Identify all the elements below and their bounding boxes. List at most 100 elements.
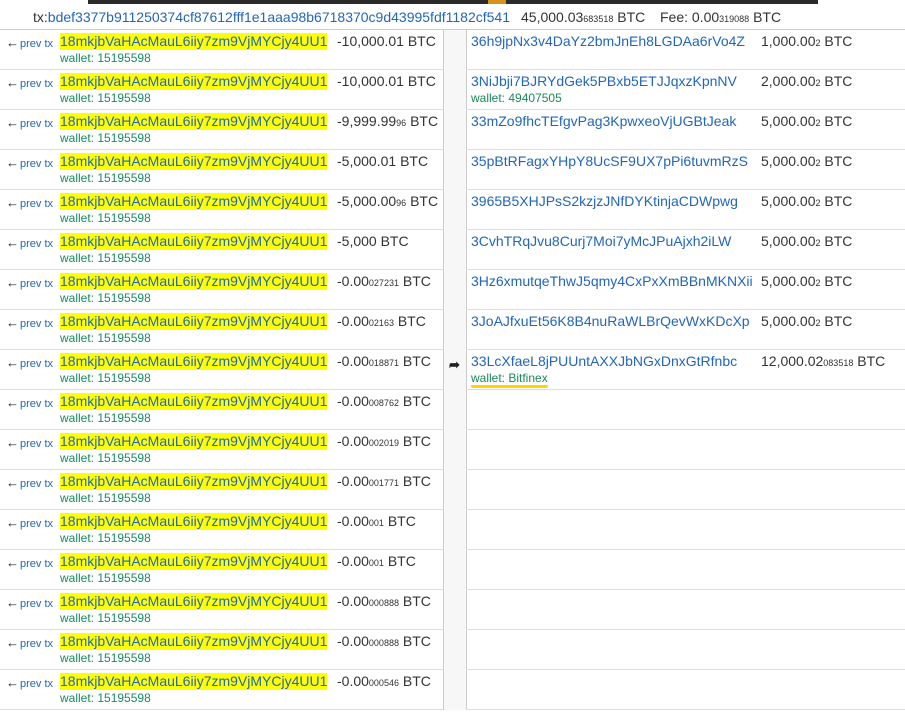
arrow-left-icon: ← [6, 155, 19, 170]
output-wallet[interactable]: wallet: 49407505 [471, 91, 562, 105]
amount-unit: BTC [402, 433, 431, 449]
input-wallet[interactable]: wallet: 15195598 [60, 691, 151, 705]
prev-tx-label: prev tx [20, 78, 54, 90]
input-address[interactable]: 18mkjbVaHAcMauL6iiy7zm9VjMYCjy4UU1 [60, 113, 328, 130]
output-address[interactable]: 33mZo9fhcTEfgvPag3KpwxeoVjUGBtJeak [471, 113, 736, 130]
output-address[interactable]: 3Hz6xmutqeThwJ5qmy4CxPxXmBBnMKNXii [471, 273, 753, 290]
input-address[interactable]: 18mkjbVaHAcMauL6iiy7zm9VjMYCjy4UU1 [60, 593, 328, 610]
prev-tx-link[interactable]: ←prev tx [6, 195, 53, 210]
tx-id-link[interactable]: bdef3377b911250374cf87612fff1e1aaa98b671… [48, 9, 510, 25]
arrow-left-icon: ← [6, 435, 19, 450]
input-address[interactable]: 18mkjbVaHAcMauL6iiy7zm9VjMYCjy4UU1 [60, 193, 328, 210]
arrow-left-icon: ← [6, 395, 19, 410]
input-wallet[interactable]: wallet: 15195598 [60, 371, 151, 385]
input-wallet[interactable]: wallet: 15195598 [60, 611, 151, 625]
prev-tx-link[interactable]: ←prev tx [6, 515, 53, 530]
input-wallet[interactable]: wallet: 15195598 [60, 571, 151, 585]
amount-small: 2 [815, 238, 821, 248]
input-wallet[interactable]: wallet: 15195598 [60, 411, 151, 425]
amount-small: 96 [396, 118, 407, 128]
arrow-left-icon: ← [6, 275, 19, 290]
prev-tx-link[interactable]: ←prev tx [6, 675, 53, 690]
prev-tx-link[interactable]: ←prev tx [6, 275, 53, 290]
input-wallet[interactable]: wallet: 15195598 [60, 211, 151, 225]
prev-tx-link[interactable]: ←prev tx [6, 395, 53, 410]
output-address[interactable]: 3NiJbji7BJRYdGek5PBxb5ETJJqxzKpnNV [471, 73, 737, 90]
input-wallet[interactable]: wallet: 15195598 [60, 451, 151, 465]
prev-tx-link[interactable]: ←prev tx [6, 235, 53, 250]
input-address[interactable]: 18mkjbVaHAcMauL6iiy7zm9VjMYCjy4UU1 [60, 433, 328, 450]
input-address[interactable]: 18mkjbVaHAcMauL6iiy7zm9VjMYCjy4UU1 [60, 353, 328, 370]
input-address[interactable]: 18mkjbVaHAcMauL6iiy7zm9VjMYCjy4UU1 [60, 33, 328, 50]
output-amount: 12,000.02083518 BTC [761, 353, 885, 372]
amount-main: 5,000.00 [761, 273, 816, 289]
amount-main: -10,000.01 [337, 73, 404, 89]
amount-unit: BTC [402, 353, 431, 369]
input-address[interactable]: 18mkjbVaHAcMauL6iiy7zm9VjMYCjy4UU1 [60, 73, 328, 90]
input-wallet[interactable]: wallet: 15195598 [60, 651, 151, 665]
input-wallet[interactable]: wallet: 15195598 [60, 91, 151, 105]
output-address[interactable]: 3JoAJfxuEt56K8B4nuRaWLBrQevWxKDcXp [471, 313, 750, 330]
input-wallet[interactable]: wallet: 15195598 [60, 251, 151, 265]
prev-tx-link[interactable]: ←prev tx [6, 635, 53, 650]
input-amount: -9,999.9996 BTC [337, 113, 438, 132]
tx-total-small: 683518 [583, 14, 614, 24]
input-address[interactable]: 18mkjbVaHAcMauL6iiy7zm9VjMYCjy4UU1 [60, 553, 328, 570]
input-address[interactable]: 18mkjbVaHAcMauL6iiy7zm9VjMYCjy4UU1 [60, 393, 328, 410]
output-address[interactable]: 33LcXfaeL8jPUUntAXXJbNGxDnxGtRfnbc [471, 353, 737, 370]
prev-tx-link[interactable]: ←prev tx [6, 315, 53, 330]
amount-main: -0.00 [337, 673, 369, 689]
output-wallet[interactable]: wallet: Bitfinex [471, 371, 548, 388]
prev-tx-label: prev tx [20, 478, 54, 490]
input-amount: -0.00000546 BTC [337, 673, 431, 692]
amount-small: 000546 [368, 678, 399, 688]
prev-tx-link[interactable]: ←prev tx [6, 355, 53, 370]
input-wallet[interactable]: wallet: 15195598 [60, 291, 151, 305]
input-wallet[interactable]: wallet: 15195598 [60, 491, 151, 505]
input-amount: -0.00001771 BTC [337, 473, 431, 492]
input-amount: -10,000.01 BTC [337, 33, 436, 52]
input-address[interactable]: 18mkjbVaHAcMauL6iiy7zm9VjMYCjy4UU1 [60, 273, 328, 290]
prev-tx-link[interactable]: ←prev tx [6, 475, 53, 490]
prev-tx-link[interactable]: ←prev tx [6, 555, 53, 570]
input-address[interactable]: 18mkjbVaHAcMauL6iiy7zm9VjMYCjy4UU1 [60, 233, 328, 250]
amount-unit: BTC [857, 353, 886, 369]
prev-tx-link[interactable]: ←prev tx [6, 115, 53, 130]
input-wallet[interactable]: wallet: 15195598 [60, 131, 151, 145]
amount-main: -0.00 [337, 633, 369, 649]
input-address[interactable]: 18mkjbVaHAcMauL6iiy7zm9VjMYCjy4UU1 [60, 633, 328, 650]
prev-tx-link[interactable]: ←prev tx [6, 75, 53, 90]
prev-tx-link[interactable]: ←prev tx [6, 435, 53, 450]
amount-small: 001771 [368, 478, 399, 488]
amount-small: 018871 [368, 358, 399, 368]
input-wallet[interactable]: wallet: 15195598 [60, 171, 151, 185]
output-amount: 5,000.002 BTC [761, 273, 852, 292]
output-row: 33mZo9fhcTEfgvPag3KpwxeoVjUGBtJeak 5,000.… [466, 110, 905, 150]
prev-tx-label: prev tx [20, 398, 54, 410]
input-wallet[interactable]: wallet: 15195598 [60, 531, 151, 545]
tx-fee-small: 319088 [719, 14, 750, 24]
arrow-left-icon: ← [6, 475, 19, 490]
input-address[interactable]: 18mkjbVaHAcMauL6iiy7zm9VjMYCjy4UU1 [60, 153, 328, 170]
amount-small: 2 [815, 78, 821, 88]
output-address[interactable]: 3965B5XHJPsS2kzjzJNfDYKtinjaCDWpwg [471, 193, 738, 210]
tx-fee-main: Fee: 0.00 [660, 9, 720, 25]
prev-tx-label: prev tx [20, 518, 54, 530]
prev-tx-link[interactable]: ←prev tx [6, 595, 53, 610]
input-row: ←prev tx 18mkjbVaHAcMauL6iiy7zm9VjMYCjy4U… [0, 230, 443, 270]
output-address[interactable]: 3CvhTRqJvu8Curj7Moi7yMcJPuAjxh2iLW [471, 233, 731, 250]
output-address[interactable]: 35pBtRFagxYHpY8UcSF9UX7pPi6tuvmRzS [471, 153, 748, 170]
output-row: 35pBtRFagxYHpY8UcSF9UX7pPi6tuvmRzS 5,000.… [466, 150, 905, 190]
prev-tx-link[interactable]: ←prev tx [6, 155, 53, 170]
input-wallet[interactable]: wallet: 15195598 [60, 51, 151, 65]
input-address[interactable]: 18mkjbVaHAcMauL6iiy7zm9VjMYCjy4UU1 [60, 313, 328, 330]
amount-main: -5,000.00 [337, 193, 397, 209]
output-address[interactable]: 36h9jpNx3v4DaYz2bmJnEh8LGDAa6rVo4Z [471, 33, 745, 50]
input-address[interactable]: 18mkjbVaHAcMauL6iiy7zm9VjMYCjy4UU1 [60, 673, 328, 690]
input-address[interactable]: 18mkjbVaHAcMauL6iiy7zm9VjMYCjy4UU1 [60, 473, 328, 490]
input-amount: -0.00000888 BTC [337, 593, 431, 612]
amount-main: 5,000.00 [761, 313, 816, 329]
input-wallet[interactable]: wallet: 15195598 [60, 331, 151, 345]
input-address[interactable]: 18mkjbVaHAcMauL6iiy7zm9VjMYCjy4UU1 [60, 513, 328, 530]
prev-tx-link[interactable]: ←prev tx [6, 35, 53, 50]
